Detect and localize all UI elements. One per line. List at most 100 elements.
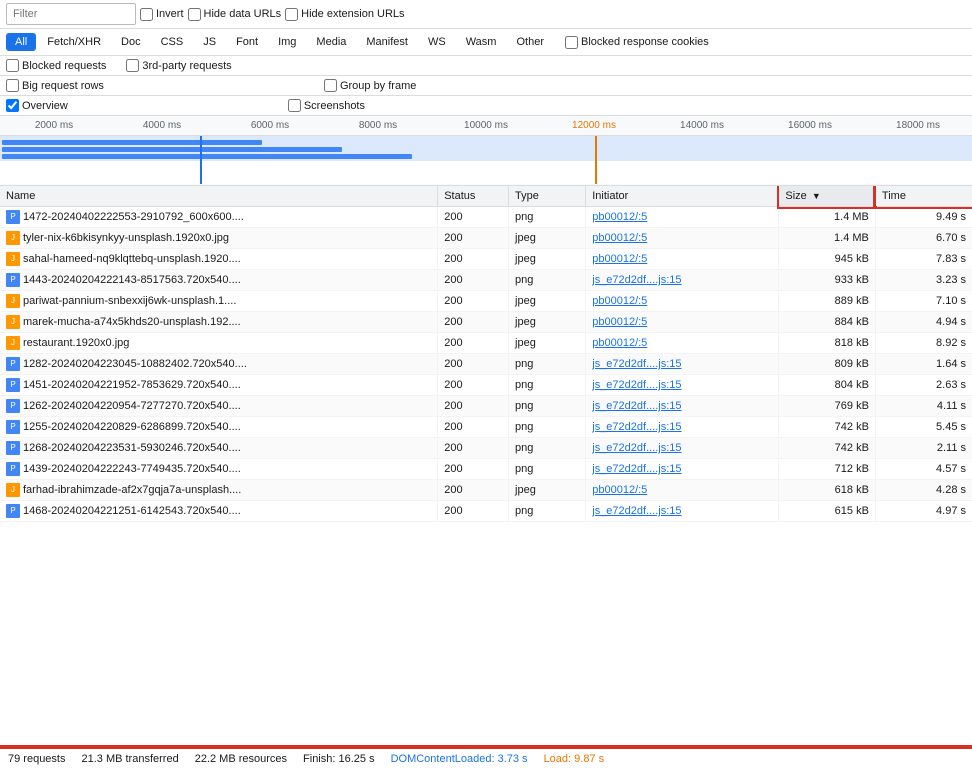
initiator-link[interactable]: pb00012/:5: [592, 232, 647, 244]
filter-btn-js[interactable]: JS: [194, 33, 225, 51]
initiator-link[interactable]: js_e72d2df....js:15: [592, 358, 681, 370]
tick-8: 18000 ms: [864, 120, 972, 135]
filter-btn-img[interactable]: Img: [269, 33, 305, 51]
filter-btn-fetch-xhr[interactable]: Fetch/XHR: [38, 33, 110, 51]
third-party-requests-label[interactable]: 3rd-party requests: [126, 59, 231, 72]
cell-initiator: pb00012/:5: [586, 228, 779, 249]
invert-checkbox[interactable]: [140, 8, 153, 21]
screenshots-checkbox[interactable]: [288, 99, 301, 112]
cell-time: 2.63 s: [875, 375, 972, 396]
cell-size: 809 kB: [779, 354, 876, 375]
initiator-link[interactable]: pb00012/:5: [592, 484, 647, 496]
cell-type: jpeg: [509, 228, 586, 249]
filter-input[interactable]: [6, 3, 136, 25]
status-bar: 79 requests 21.3 MB transferred 22.2 MB …: [0, 747, 972, 769]
table-row[interactable]: Jtyler-nix-k6bkisynkyy-unsplash.1920x0.j…: [0, 228, 972, 249]
cell-name: Jtyler-nix-k6bkisynkyy-unsplash.1920x0.j…: [0, 228, 438, 249]
cell-status: 200: [438, 207, 509, 228]
cell-status: 200: [438, 354, 509, 375]
cell-size: 804 kB: [779, 375, 876, 396]
col-header-initiator[interactable]: Initiator: [586, 186, 779, 207]
third-party-requests-checkbox[interactable]: [126, 59, 139, 72]
table-row[interactable]: P1262-20240204220954-7277270.720x540....…: [0, 396, 972, 417]
filter-btn-manifest[interactable]: Manifest: [357, 33, 417, 51]
col-header-size[interactable]: Size ▼: [779, 186, 876, 207]
filter-btn-ws[interactable]: WS: [419, 33, 455, 51]
resource-icon: P: [6, 273, 20, 287]
table-row[interactable]: P1472-20240402222553-2910792_600x600....…: [0, 207, 972, 228]
cell-time: 4.97 s: [875, 501, 972, 522]
initiator-link[interactable]: pb00012/:5: [592, 316, 647, 328]
blocked-requests-label[interactable]: Blocked requests: [6, 59, 106, 72]
table-row[interactable]: P1468-20240204221251-6142543.720x540....…: [0, 501, 972, 522]
table-row[interactable]: P1282-20240204223045-10882402.720x540...…: [0, 354, 972, 375]
hide-data-urls-checkbox[interactable]: [188, 8, 201, 21]
table-scroll-area[interactable]: Name Status Type Initiator Size ▼ Time P…: [0, 186, 972, 747]
table-row[interactable]: Jrestaurant.1920x0.jpg 200 jpeg pb00012/…: [0, 333, 972, 354]
initiator-link[interactable]: pb00012/:5: [592, 253, 647, 265]
group-by-frame-checkbox[interactable]: [324, 79, 337, 92]
filter-btn-other[interactable]: Other: [507, 33, 553, 51]
col-header-status[interactable]: Status: [438, 186, 509, 207]
filter-btn-font[interactable]: Font: [227, 33, 267, 51]
screenshots-label[interactable]: Screenshots: [288, 99, 365, 112]
filter-btn-all[interactable]: All: [6, 33, 36, 51]
cell-initiator: pb00012/:5: [586, 333, 779, 354]
blocked-response-cookies-label[interactable]: Blocked response cookies: [565, 36, 709, 49]
big-request-rows-label[interactable]: Big request rows: [6, 79, 104, 92]
table-row[interactable]: P1451-20240204221952-7853629.720x540....…: [0, 375, 972, 396]
table-row[interactable]: Jsahal-hameed-nq9klqttebq-unsplash.1920.…: [0, 249, 972, 270]
options-row-3: Overview Screenshots: [0, 96, 972, 116]
filter-btn-css[interactable]: CSS: [152, 33, 193, 51]
overview-label[interactable]: Overview: [6, 99, 68, 112]
initiator-link[interactable]: js_e72d2df....js:15: [592, 400, 681, 412]
filter-btn-media[interactable]: Media: [307, 33, 355, 51]
cell-status: 200: [438, 459, 509, 480]
blocked-requests-checkbox[interactable]: [6, 59, 19, 72]
overview-checkbox[interactable]: [6, 99, 19, 112]
initiator-link[interactable]: js_e72d2df....js:15: [592, 463, 681, 475]
sort-arrow-icon: ▼: [812, 191, 821, 201]
big-request-rows-checkbox[interactable]: [6, 79, 19, 92]
hide-data-urls-label[interactable]: Hide data URLs: [188, 8, 282, 21]
cell-initiator: pb00012/:5: [586, 249, 779, 270]
cell-initiator: js_e72d2df....js:15: [586, 354, 779, 375]
table-row[interactable]: P1443-20240204222143-8517563.720x540....…: [0, 270, 972, 291]
top-filter-row: Invert Hide data URLs Hide extension URL…: [0, 0, 972, 29]
col-header-name[interactable]: Name: [0, 186, 438, 207]
col-header-type[interactable]: Type: [509, 186, 586, 207]
table-row[interactable]: P1255-20240204220829-6286899.720x540....…: [0, 417, 972, 438]
initiator-link[interactable]: js_e72d2df....js:15: [592, 274, 681, 286]
initiator-link[interactable]: js_e72d2df....js:15: [592, 421, 681, 433]
blocked-response-cookies-checkbox[interactable]: [565, 36, 578, 49]
table-row[interactable]: Jmarek-mucha-a74x5khds20-unsplash.192...…: [0, 312, 972, 333]
hide-extension-urls-label[interactable]: Hide extension URLs: [285, 8, 404, 21]
cell-type: png: [509, 501, 586, 522]
table-row[interactable]: P1439-20240204222243-7749435.720x540....…: [0, 459, 972, 480]
resource-icon: J: [6, 315, 20, 329]
filter-btn-wasm[interactable]: Wasm: [457, 33, 506, 51]
initiator-link[interactable]: js_e72d2df....js:15: [592, 379, 681, 391]
table-row[interactable]: P1268-20240204223531-5930246.720x540....…: [0, 438, 972, 459]
initiator-link[interactable]: pb00012/:5: [592, 211, 647, 223]
cell-type: png: [509, 459, 586, 480]
cell-status: 200: [438, 438, 509, 459]
initiator-link[interactable]: pb00012/:5: [592, 295, 647, 307]
table-row[interactable]: Jfarhad-ibrahimzade-af2x7gqja7a-unsplash…: [0, 480, 972, 501]
cell-initiator: js_e72d2df....js:15: [586, 459, 779, 480]
cell-status: 200: [438, 333, 509, 354]
hide-extension-urls-checkbox[interactable]: [285, 8, 298, 21]
resource-icon: J: [6, 252, 20, 266]
col-header-time[interactable]: Time: [875, 186, 972, 207]
filter-btn-doc[interactable]: Doc: [112, 33, 150, 51]
big-request-rows-text: Big request rows: [22, 80, 104, 92]
cell-size: 742 kB: [779, 417, 876, 438]
initiator-link[interactable]: js_e72d2df....js:15: [592, 442, 681, 454]
table-row[interactable]: Jpariwat-pannium-snbexxij6wk-unsplash.1.…: [0, 291, 972, 312]
invert-checkbox-label[interactable]: Invert: [140, 8, 184, 21]
cell-type: jpeg: [509, 312, 586, 333]
group-by-frame-label[interactable]: Group by frame: [324, 79, 416, 92]
initiator-link[interactable]: js_e72d2df....js:15: [592, 505, 681, 517]
initiator-link[interactable]: pb00012/:5: [592, 337, 647, 349]
invert-label: Invert: [156, 8, 184, 20]
